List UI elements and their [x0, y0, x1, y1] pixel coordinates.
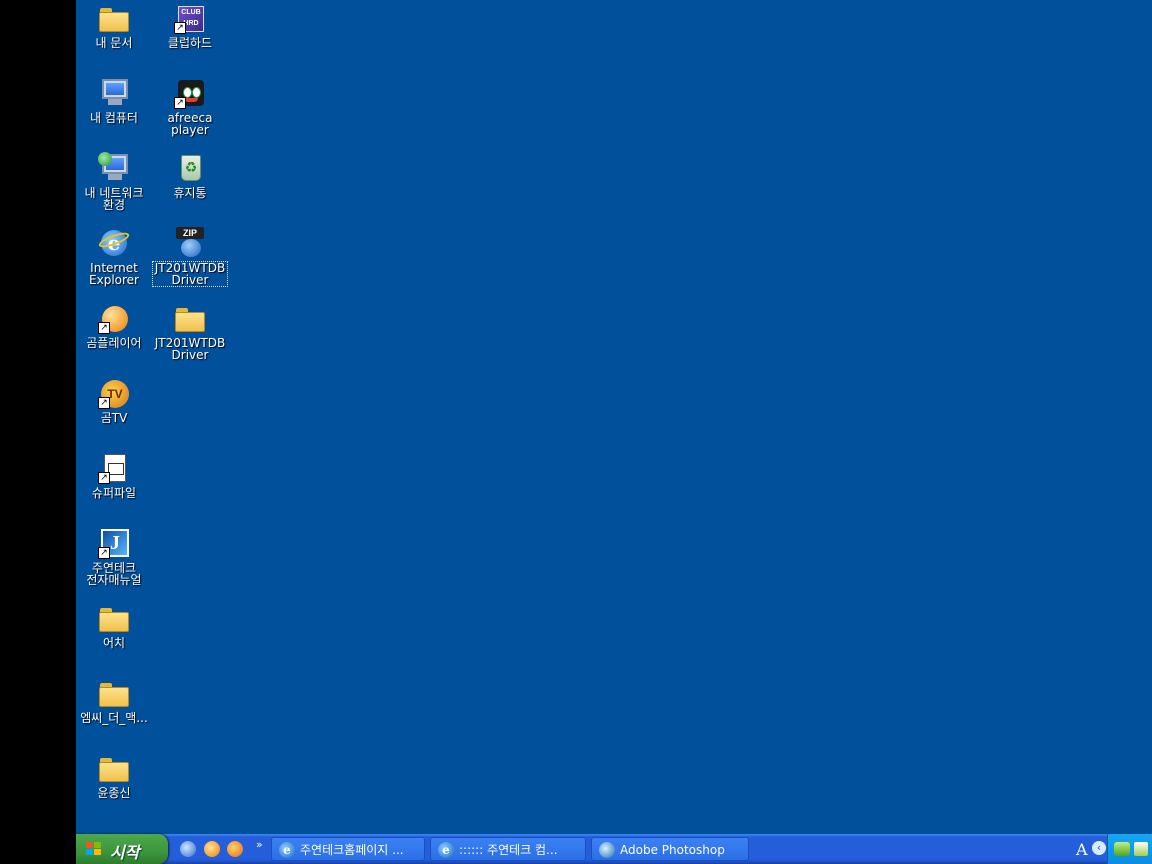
desktop-icon-gomtv[interactable]: TV ↗ 곰TV: [77, 377, 151, 424]
icon-label: 어치: [102, 636, 126, 650]
taskbar: 시작 » e 주연테크홈페이지 ... e :::::: 주연테크 컴... A…: [76, 834, 1152, 864]
folder-icon: [99, 608, 129, 632]
windows-logo-icon: [86, 842, 102, 856]
tray-network-icon[interactable]: [1134, 842, 1148, 856]
icon-label: 윤종신: [97, 786, 131, 800]
icon-label: 곰플레이어: [86, 336, 142, 350]
icon-label: 휴지통: [173, 186, 207, 200]
desktop-icon-gom-player[interactable]: ↗ 곰플레이어: [77, 302, 151, 349]
desktop-icon-jt201wtdb-folder[interactable]: JT201WTDB Driver: [153, 302, 227, 361]
desktop-icon-jt201wtdb-zip[interactable]: ZIP JT201WTDB Driver: [152, 227, 228, 287]
icon-label: 내 네트워크 환경: [84, 186, 144, 212]
icon-label: 엠씨_더_맥...: [80, 711, 148, 725]
icon-label: 내 컴퓨터: [90, 111, 138, 125]
icon-label: 슈퍼파일: [91, 486, 137, 500]
desktop-icon-my-computer[interactable]: 내 컴퓨터: [77, 77, 151, 124]
my-documents-icon: [99, 8, 129, 32]
my-network-icon: [98, 152, 130, 184]
language-indicator[interactable]: A: [1076, 840, 1088, 859]
desktop-icon-afreeca[interactable]: ↗ afreeca player: [153, 77, 227, 136]
shortcut-arrow-icon: ↗: [174, 22, 186, 34]
desktop-icon-my-documents[interactable]: 내 문서: [77, 2, 151, 49]
quicklaunch-gom-player-icon[interactable]: [204, 841, 220, 857]
icon-label: JT201WTDB Driver: [152, 261, 228, 287]
photoshop-icon: [599, 842, 615, 858]
quicklaunch-show-desktop-icon[interactable]: [180, 841, 196, 857]
shortcut-arrow-icon: ↗: [98, 472, 110, 484]
folder-icon: [99, 683, 129, 707]
tray-expand-chevron-icon[interactable]: ‹: [1092, 841, 1106, 855]
desktop: 내 문서 CLUB HRD ↗ 클럽하드 내 컴퓨터 ↗ afreeca playe…: [76, 0, 1152, 834]
zip-archive-icon: ZIP: [174, 227, 206, 259]
shortcut-arrow-icon: ↗: [98, 397, 110, 409]
taskbar-item-jooyontech-home[interactable]: e 주연테크홈페이지 ...: [271, 837, 425, 861]
quicklaunch-media-icon[interactable]: [227, 841, 243, 857]
folder-icon: [99, 758, 129, 782]
desktop-icon-folder-mc-the-max[interactable]: 엠씨_더_맥...: [77, 677, 151, 724]
shortcut-arrow-icon: ↗: [98, 547, 110, 559]
desktop-icon-internet-explorer[interactable]: e Internet Explorer: [77, 227, 151, 286]
desktop-icon-folder-yoon-jongshin[interactable]: 윤종신: [77, 752, 151, 799]
tray-app-icon[interactable]: [1114, 842, 1130, 856]
taskbar-item-adobe-photoshop[interactable]: Adobe Photoshop: [591, 837, 749, 861]
desktop-icon-folder-eochi[interactable]: 어치: [77, 602, 151, 649]
system-tray: ‹: [1092, 834, 1152, 864]
icon-label: 내 문서: [95, 36, 133, 50]
task-label: :::::: 주연테크 컴...: [459, 843, 558, 857]
internet-explorer-icon: e: [438, 842, 454, 858]
desktop-icon-superfile[interactable]: ▪▪ ↗ 슈퍼파일: [77, 452, 151, 499]
recycle-bin-icon: ♻: [181, 155, 201, 181]
desktop-icon-jooyontech-manual[interactable]: J ↗ 주연테크 전자매뉴얼: [77, 527, 151, 586]
desktop-icon-recycle-bin[interactable]: ♻ 휴지통: [153, 152, 227, 199]
task-label: 주연테크홈페이지 ...: [300, 843, 404, 857]
folder-icon: [175, 308, 205, 332]
shortcut-arrow-icon: ↗: [174, 97, 186, 109]
icon-label: Internet Explorer: [89, 261, 139, 287]
start-label: 시작: [110, 843, 140, 862]
icon-label: 곰TV: [100, 411, 128, 425]
desktop-icon-my-network[interactable]: 내 네트워크 환경: [77, 152, 151, 211]
icon-label: 클럽하드: [167, 36, 213, 50]
taskbar-item-jooyontech-computer[interactable]: e :::::: 주연테크 컴...: [430, 837, 586, 861]
icon-label: afreeca player: [167, 111, 213, 137]
shortcut-arrow-icon: ↗: [98, 322, 110, 334]
icon-label: JT201WTDB Driver: [154, 336, 226, 362]
internet-explorer-icon: e: [279, 842, 295, 858]
desktop-icon-clubhard[interactable]: CLUB HRD ↗ 클럽하드: [153, 2, 227, 49]
quicklaunch-overflow-chevron[interactable]: »: [256, 838, 263, 851]
task-label: Adobe Photoshop: [620, 843, 725, 857]
icon-label: 주연테크 전자매뉴얼: [86, 561, 142, 587]
my-computer-icon: [98, 77, 130, 109]
start-button[interactable]: 시작: [76, 834, 168, 864]
